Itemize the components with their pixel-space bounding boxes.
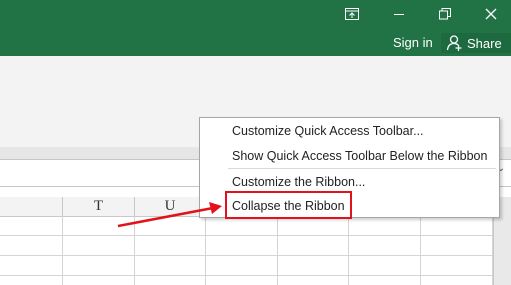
annotation-arrow-icon xyxy=(117,202,222,228)
